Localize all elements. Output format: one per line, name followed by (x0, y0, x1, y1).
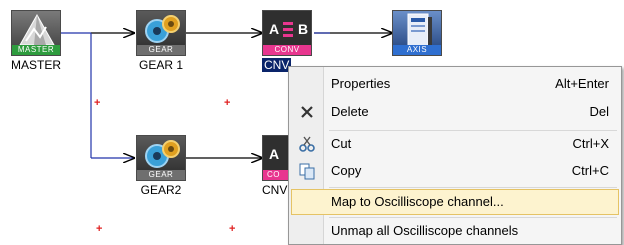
node-caption: GEAR 1 (138, 58, 183, 72)
menu-item-label: Unmap all Oscilliscope channels (331, 223, 519, 238)
plus-marker: + (224, 97, 231, 109)
node-strip: MASTER (12, 45, 60, 55)
node-caption: GEAR2 (140, 183, 182, 197)
axis-drive-icon (407, 13, 432, 47)
converter-input-label: A (269, 146, 280, 162)
axis1-tile: AXIS (392, 10, 442, 56)
menu-item-shortcut: Ctrl+X (572, 136, 609, 151)
menu-item-label: Cut (331, 136, 352, 151)
plus-marker: + (96, 223, 103, 235)
node-strip: AXIS (393, 45, 441, 55)
converter-output-label: B (298, 21, 309, 37)
menu-item-map-oscilloscope[interactable]: Map to Oscilliscope channel... (291, 189, 619, 215)
menu-item-label: Copy (331, 163, 362, 178)
node-caption: MASTER (10, 58, 61, 72)
node-strip: CONV (263, 45, 311, 55)
gear-icon (145, 15, 180, 43)
menu-item-delete[interactable]: Delete Del (291, 99, 619, 125)
node-caption-selected: CNV (262, 58, 292, 72)
menu-separator (329, 187, 617, 188)
context-menu[interactable]: Properties Alt+Enter Delete Del Cut Ctrl… (288, 66, 622, 245)
node-strip: GEAR (137, 170, 185, 180)
gear-icon (145, 140, 180, 168)
menu-item-shortcut: Del (589, 104, 609, 119)
master-tile: MASTER (11, 10, 61, 56)
scissors-icon (297, 135, 317, 153)
menu-item-label: Properties (331, 76, 391, 91)
copy-icon (297, 162, 317, 180)
menu-item-label: Delete (331, 104, 369, 119)
plus-marker: + (229, 223, 236, 235)
menu-item-properties[interactable]: Properties Alt+Enter (291, 71, 619, 97)
delete-x-icon (297, 103, 317, 121)
converter-input-label: A (269, 21, 280, 37)
menu-item-shortcut: Ctrl+C (571, 163, 609, 178)
gear1-tile: GEAR (136, 10, 186, 56)
gear2-tile: GEAR (136, 135, 186, 181)
menu-item-cut[interactable]: Cut Ctrl+X (291, 131, 619, 157)
menu-item-copy[interactable]: Copy Ctrl+C (291, 158, 619, 184)
node-strip: GEAR (137, 45, 185, 55)
menu-item-label: Map to Oscilliscope channel... (331, 194, 504, 209)
plus-marker: + (94, 97, 101, 109)
menu-item-unmap-oscilloscope[interactable]: Unmap all Oscilliscope channels (291, 218, 619, 244)
master-triangle-icon (19, 13, 55, 46)
menu-item-shortcut: Alt+Enter (555, 76, 609, 91)
conv1-tile: A B CONV (262, 10, 312, 56)
node-caption: CNV (262, 183, 288, 197)
